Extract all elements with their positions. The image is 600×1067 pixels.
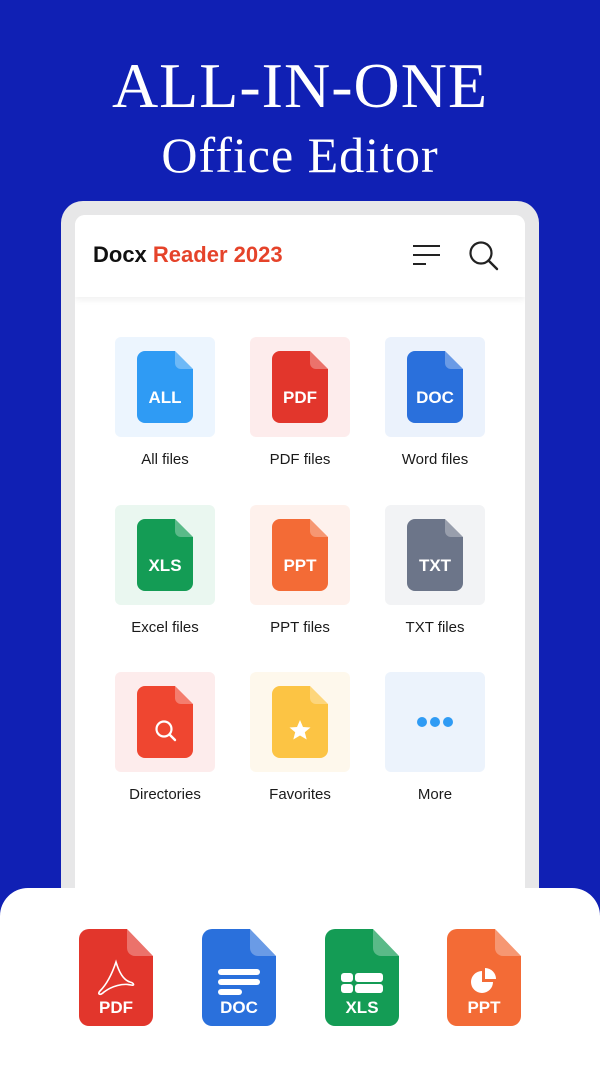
search-button[interactable] (467, 239, 501, 273)
app-screen: Docx Reader 2023 ALL All files PDF PDF f… (75, 215, 525, 915)
category-label: PPT files (270, 619, 330, 636)
format-icon-xls[interactable]: XLS (325, 929, 399, 1026)
category-tile-excel-files[interactable]: XLS Excel files (115, 505, 215, 637)
category-label: Directories (129, 786, 201, 803)
category-label: PDF files (269, 451, 331, 468)
file-type-badge: PPT (283, 556, 317, 575)
format-label: PDF (99, 998, 133, 1017)
file-icon: PPT (447, 929, 521, 1026)
app-title-part1: Docx (93, 242, 147, 267)
file-icon (137, 686, 193, 758)
promo-subheadline: Office Editor (161, 127, 439, 183)
file-icon: ALL (137, 351, 193, 423)
category-tile-more[interactable]: More (385, 672, 485, 804)
file-type-badge: TXT (419, 556, 452, 575)
category-label: Excel files (131, 619, 199, 636)
file-icon: XLS (137, 519, 193, 591)
format-icon-pdf[interactable]: PDF (79, 929, 153, 1026)
category-label: Favorites (269, 786, 331, 803)
file-icon: PDF (272, 351, 328, 423)
file-icon: DOC (202, 929, 276, 1026)
file-type-badge: ALL (148, 388, 181, 407)
sort-icon (413, 245, 440, 265)
app-bar: Docx Reader 2023 (75, 215, 525, 297)
sort-button[interactable] (411, 241, 443, 271)
bottom-format-sheet: PDF DOC XLS PPT (0, 888, 600, 1067)
file-type-badge: PDF (283, 388, 317, 407)
category-tile-all-files[interactable]: ALL All files (115, 337, 215, 469)
format-label: XLS (345, 998, 378, 1017)
category-tile-ppt-files[interactable]: PPT PPT files (250, 505, 350, 637)
format-icon-doc[interactable]: DOC (202, 929, 276, 1026)
category-tile-favorites[interactable]: Favorites (250, 672, 350, 804)
category-icon-box (115, 672, 215, 772)
file-icon: PPT (272, 519, 328, 591)
category-tile-directories[interactable]: Directories (115, 672, 215, 804)
category-tile-word-files[interactable]: DOC Word files (385, 337, 485, 469)
category-tile-pdf-files[interactable]: PDF PDF files (250, 337, 350, 469)
category-icon-box: ALL (115, 337, 215, 437)
format-label: DOC (220, 998, 258, 1017)
file-icon: TXT (407, 519, 463, 591)
category-icon-box: XLS (115, 505, 215, 605)
category-icon-box: PDF (250, 337, 350, 437)
phone-frame: Docx Reader 2023 ALL All files PDF PDF f… (61, 201, 539, 921)
format-icon-ppt[interactable]: PPT (447, 929, 521, 1026)
app-title-part2: Reader 2023 (152, 242, 283, 267)
category-icon-box: DOC (385, 337, 485, 437)
category-label: TXT files (405, 619, 465, 636)
file-type-badge: DOC (416, 388, 454, 407)
category-label: All files (141, 451, 189, 468)
file-icon: DOC (407, 351, 463, 423)
category-label: More (417, 786, 453, 803)
category-icon-box (250, 672, 350, 772)
file-icon (272, 686, 328, 758)
category-icon-box: TXT (385, 505, 485, 605)
category-icon-box (385, 672, 485, 772)
file-icon: PDF (79, 929, 153, 1026)
app-title: Docx Reader 2023 (93, 242, 283, 268)
file-icon: XLS (325, 929, 399, 1026)
format-label: PPT (467, 998, 501, 1017)
promo-headline: ALL-IN-ONE (111, 50, 489, 121)
search-icon (469, 241, 499, 271)
more-dots-icon (417, 717, 453, 727)
category-tile-txt-files[interactable]: TXT TXT files (385, 505, 485, 637)
category-label: Word files (401, 451, 469, 468)
file-type-badge: XLS (148, 556, 181, 575)
category-icon-box: PPT (250, 505, 350, 605)
